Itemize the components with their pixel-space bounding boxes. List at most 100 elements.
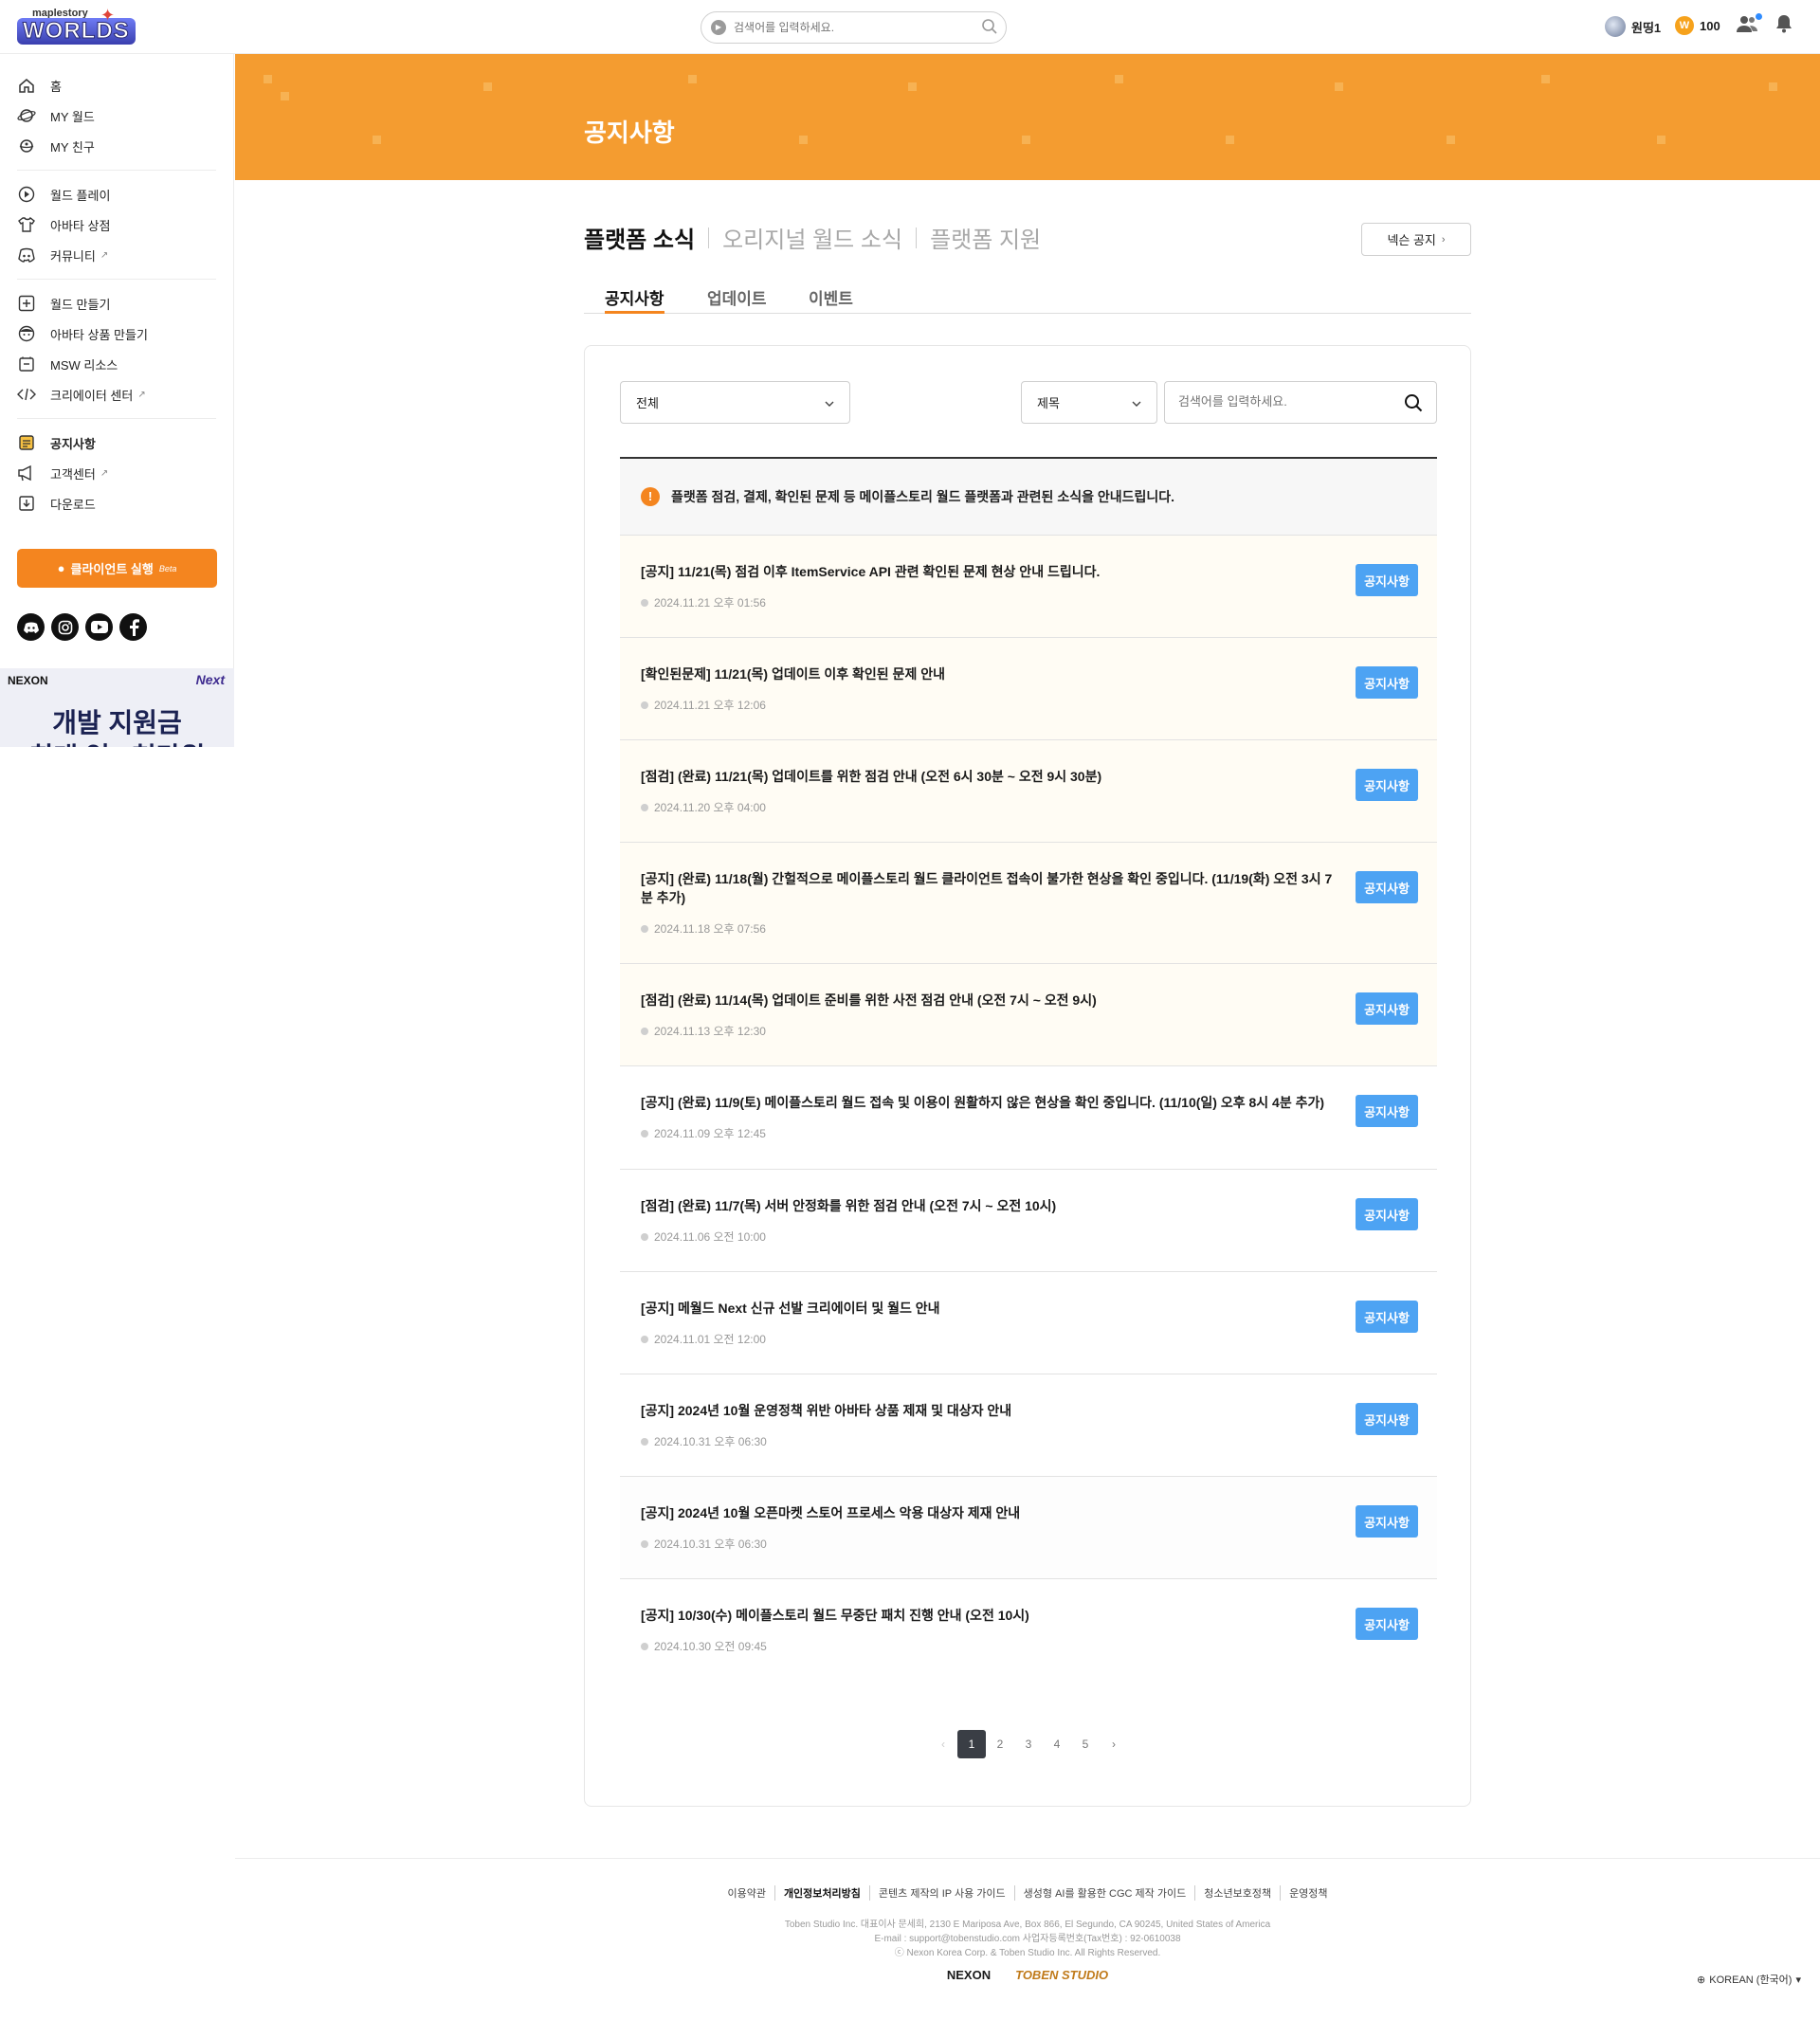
post-title[interactable]: [공지] 메월드 Next 신규 선발 크리에이터 및 월드 안내 (641, 1299, 1333, 1318)
client-launch-button[interactable]: ● 클라이언트 실행 Beta (17, 549, 217, 588)
pagination-next[interactable]: › (1100, 1730, 1128, 1758)
tab-notice[interactable]: 공지사항 (605, 285, 664, 314)
footer-link-operation-policy[interactable]: 운영정책 (1280, 1885, 1336, 1901)
nav-group-support: 공지사항 고객센터 ↗ 다운로드 (0, 428, 233, 519)
sidebar-item-label: 다운로드 (50, 497, 96, 512)
post-title[interactable]: [공지] 2024년 10월 운영정책 위반 아바타 상품 제재 및 대상자 안… (641, 1401, 1333, 1420)
table-row[interactable]: [공지] 2024년 10월 오픈마켓 스토어 프로세스 악용 대상자 제재 안… (620, 1477, 1437, 1579)
sidebar-item-world-create[interactable]: 월드 만들기 (17, 288, 216, 318)
post-title[interactable]: [확인된문제] 11/21(목) 업데이트 이후 확인된 문제 안내 (641, 664, 1333, 683)
global-search-bar[interactable]: ▶ (701, 11, 1007, 44)
pagination-page[interactable]: 3 (1014, 1730, 1043, 1758)
sidebar-divider (17, 170, 216, 171)
table-row[interactable]: [확인된문제] 11/21(목) 업데이트 이후 확인된 문제 안내 2024.… (620, 638, 1437, 740)
warning-icon: ! (641, 487, 660, 506)
sidebar-item-creator-center[interactable]: 크리에이터 센터 ↗ (17, 379, 216, 409)
facebook-icon[interactable] (119, 613, 147, 641)
instagram-icon[interactable] (51, 613, 79, 641)
table-row[interactable]: [점검] (완료) 11/7(목) 서버 안정화를 위한 점검 안내 (오전 7… (620, 1170, 1437, 1272)
pagination-page[interactable]: 2 (986, 1730, 1014, 1758)
pagination-page[interactable]: 4 (1043, 1730, 1071, 1758)
field-select[interactable]: 제목 (1021, 381, 1157, 424)
table-row[interactable]: [점검] (완료) 11/14(목) 업데이트 준비를 위한 사전 점검 안내 … (620, 964, 1437, 1066)
post-title[interactable]: [공지] 11/21(목) 점검 이후 ItemService API 관련 확… (641, 562, 1333, 581)
bell-icon[interactable] (1775, 14, 1793, 38)
sidebar-item-home[interactable]: 홈 (17, 70, 216, 100)
coin-balance[interactable]: W 100 (1675, 16, 1720, 35)
sidebar-item-community[interactable]: 커뮤니티 ↗ (17, 240, 216, 270)
footer-link-terms[interactable]: 이용약관 (719, 1885, 774, 1901)
clock-dot-icon (641, 598, 648, 607)
table-row[interactable]: [공지] (완료) 11/9(토) 메이플스토리 월드 접속 및 이용이 원활하… (620, 1066, 1437, 1170)
sidebar-item-my-friends[interactable]: MY 친구 (17, 131, 216, 161)
post-title[interactable]: [점검] (완료) 11/7(목) 서버 안정화를 위한 점검 안내 (오전 7… (641, 1196, 1333, 1215)
pagination-page[interactable]: 1 (957, 1730, 986, 1758)
footer-link-youth-policy[interactable]: 청소년보호정책 (1194, 1885, 1280, 1901)
post-title[interactable]: [공지] 10/30(수) 메이플스토리 월드 무중단 패치 진행 안내 (오전… (641, 1606, 1333, 1625)
pagination-page[interactable]: 5 (1071, 1730, 1100, 1758)
table-row[interactable]: [공지] (완료) 11/18(월) 간헐적으로 메이플스토리 월드 클라이언트… (620, 843, 1437, 964)
sidebar-item-label: 아바타 상품 만들기 (50, 327, 148, 342)
table-row[interactable]: [공지] 10/30(수) 메이플스토리 월드 무중단 패치 진행 안내 (오전… (620, 1579, 1437, 1682)
discord-icon[interactable] (17, 613, 45, 641)
footer-link-ai-guide[interactable]: 생성형 AI를 활용한 CGC 제작 가이드 (1013, 1885, 1195, 1901)
sidebar-item-msw-resource[interactable]: MSW 리소스 (17, 349, 216, 379)
sidebar-item-label: 아바타 상점 (50, 218, 111, 233)
sidebar-item-customer-center[interactable]: 고객센터 ↗ (17, 458, 216, 488)
pagination-prev[interactable]: ‹ (929, 1730, 957, 1758)
notice-search-input[interactable] (1178, 394, 1396, 409)
category-original-world-news[interactable]: 오리지널 월드 소식 (722, 221, 902, 254)
post-date-text: 2024.11.09 오후 12:45 (654, 1127, 766, 1140)
footer-address: Toben Studio Inc. 대표이사 문세희, 2130 E Marip… (784, 1920, 1271, 1930)
table-row[interactable]: [공지] 메월드 Next 신규 선발 크리에이터 및 월드 안내 2024.1… (620, 1272, 1437, 1374)
notice-search-box (1164, 381, 1437, 424)
global-search-input[interactable] (734, 18, 971, 37)
nexon-notice-button[interactable]: 넥슨 공지 › (1361, 223, 1471, 256)
category-divider (916, 227, 918, 248)
clock-dot-icon (641, 1129, 648, 1137)
coin-icon: W (1675, 16, 1694, 35)
search-icon[interactable] (981, 18, 998, 40)
footer-link-ip-guide[interactable]: 콘텐츠 제작의 IP 사용 가이드 (868, 1885, 1014, 1901)
post-date: 2024.11.01 오전 12:00 (641, 1331, 766, 1347)
tab-update[interactable]: 업데이트 (707, 285, 767, 314)
maplestory-worlds-logo[interactable]: maplestory WORLDS ✦ (17, 6, 136, 45)
post-list: [공지] 11/21(목) 점검 이후 ItemService API 관련 확… (620, 536, 1437, 1682)
post-title[interactable]: [점검] (완료) 11/14(목) 업데이트 준비를 위한 사전 점검 안내 … (641, 991, 1333, 1010)
post-date-text: 2024.11.18 오후 07:56 (654, 922, 766, 936)
sidebar-item-avatar-shop[interactable]: 아바타 상점 (17, 209, 216, 240)
category-platform-support[interactable]: 플랫폼 지원 (930, 221, 1041, 254)
post-date: 2024.10.31 오후 06:30 (641, 1433, 767, 1449)
external-link-icon: ↗ (100, 467, 109, 479)
sidebar-item-my-world[interactable]: MY 월드 (17, 100, 216, 131)
footer-link-privacy[interactable]: 개인정보처리방침 (774, 1885, 869, 1901)
table-row[interactable]: [점검] (완료) 11/21(목) 업데이트를 위한 점검 안내 (오전 6시… (620, 740, 1437, 843)
hero-pixel-decoration (1541, 75, 1550, 83)
search-icon[interactable] (1404, 393, 1423, 417)
sidebar-item-label: MY 친구 (50, 139, 95, 155)
tab-event[interactable]: 이벤트 (809, 285, 853, 314)
banner-headline: 개발 지원금 (52, 708, 182, 737)
post-title[interactable]: [공지] 2024년 10월 오픈마켓 스토어 프로세스 악용 대상자 제재 안… (641, 1503, 1333, 1522)
notice-info-banner: ! 플랫폼 점검, 결제, 확인된 문제 등 메이플스토리 월드 플랫폼과 관련… (620, 457, 1437, 536)
sidebar-item-avatar-create[interactable]: 아바타 상품 만들기 (17, 318, 216, 349)
promo-banner[interactable]: NEXON Next 개발 지원금 최대 억 5천만원 (0, 668, 234, 747)
post-title[interactable]: [공지] (완료) 11/18(월) 간헐적으로 메이플스토리 월드 클라이언트… (641, 869, 1333, 907)
youtube-icon[interactable] (85, 613, 113, 641)
sidebar-item-notice[interactable]: 공지사항 (17, 428, 216, 458)
table-row[interactable]: [공지] 11/21(목) 점검 이후 ItemService API 관련 확… (620, 536, 1437, 638)
megaphone-icon (17, 464, 36, 482)
sidebar-item-download[interactable]: 다운로드 (17, 488, 216, 519)
post-title[interactable]: [공지] (완료) 11/9(토) 메이플스토리 월드 접속 및 이용이 원활하… (641, 1093, 1333, 1112)
type-select[interactable]: 전체 (620, 381, 850, 424)
category-platform-news[interactable]: 플랫폼 소식 (584, 221, 695, 254)
post-title[interactable]: [점검] (완료) 11/21(목) 업데이트를 위한 점검 안내 (오전 6시… (641, 767, 1333, 786)
language-selector[interactable]: ⊕ KOREAN (한국어) ▾ (1697, 1972, 1801, 1987)
home-icon (17, 76, 36, 95)
hero-pixel-decoration (1226, 136, 1234, 144)
user-profile[interactable]: 원띵1 (1605, 13, 1661, 40)
sidebar-divider (17, 279, 216, 280)
post-category-badge: 공지사항 (1356, 1505, 1418, 1538)
table-row[interactable]: [공지] 2024년 10월 운영정책 위반 아바타 상품 제재 및 대상자 안… (620, 1374, 1437, 1477)
sidebar-item-world-play[interactable]: 월드 플레이 (17, 179, 216, 209)
